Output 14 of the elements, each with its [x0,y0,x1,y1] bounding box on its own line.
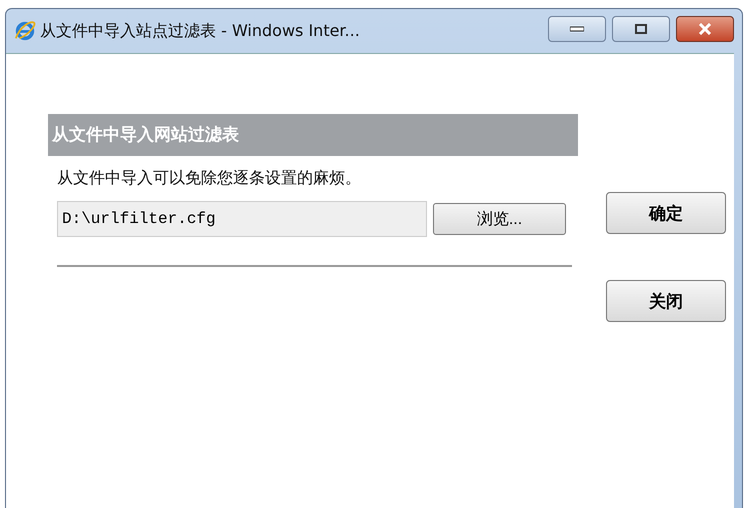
description-text: 从文件中导入可以免除您逐条设置的麻烦。 [57,168,362,189]
window-title: 从文件中导入站点过滤表 - Windows Inter... [40,20,361,42]
close-icon [698,23,712,35]
file-path-field[interactable]: D:\urlfilter.cfg [57,201,427,237]
dialog-button[interactable]: 确定 [606,192,726,234]
browse-button[interactable]: 浏览... [433,203,566,235]
maximize-button[interactable] [612,16,670,42]
close-button[interactable] [676,16,734,42]
browser-logo-icon [14,20,36,42]
minimize-button[interactable] [548,16,606,42]
dialog-button[interactable]: 关闭 [606,280,726,322]
maximize-icon [635,24,647,34]
minimize-icon [570,26,584,32]
section-heading: 从文件中导入网站过滤表 [48,114,578,156]
